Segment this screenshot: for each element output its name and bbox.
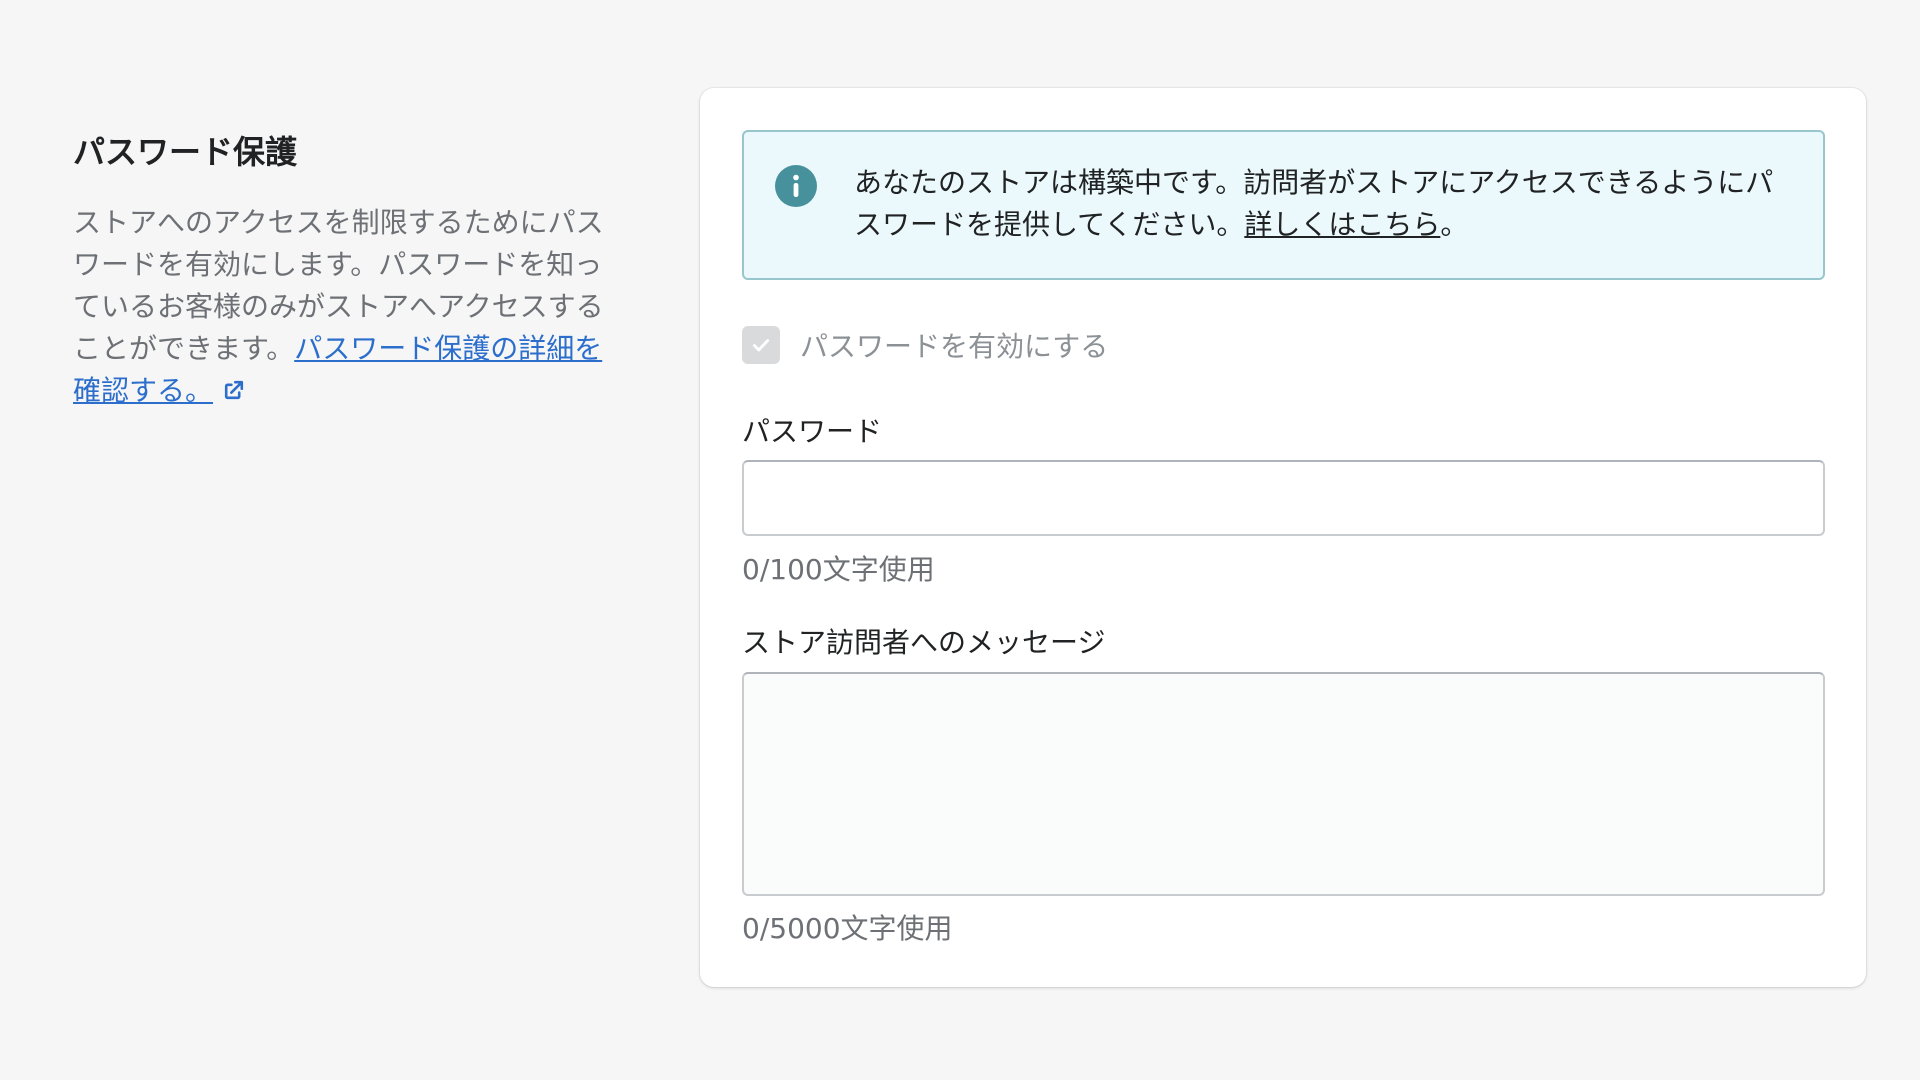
banner-text: あなたのストアは構築中です。訪問者がストアにアクセスできるようにパスワードを提供… (854, 162, 1794, 246)
message-textarea[interactable] (742, 672, 1825, 896)
enable-password-label[interactable]: パスワードを有効にする (800, 325, 1108, 365)
section-title: パスワード保護 (73, 133, 298, 171)
page: パスワード保護 ストアへのアクセスを制限するためにパスワードを有効にします。パス… (0, 0, 1920, 1080)
external-link-icon[interactable] (221, 373, 247, 400)
password-char-counter: 0/100文字使用 (742, 553, 935, 586)
info-icon (775, 165, 817, 207)
message-char-counter: 0/5000文字使用 (742, 912, 953, 945)
banner-suffix: 。 (1440, 208, 1469, 241)
password-settings-card: あなたのストアは構築中です。訪問者がストアにアクセスできるようにパスワードを提供… (700, 88, 1866, 987)
password-label: パスワード (742, 415, 883, 448)
banner-learn-more-link[interactable]: 詳しくはこちら (1244, 208, 1440, 241)
message-label: ストア訪問者へのメッセージ (742, 626, 1106, 659)
checkmark-icon (752, 339, 770, 352)
password-input[interactable] (742, 460, 1825, 536)
section-description: ストアへのアクセスを制限するためにパスワードを有効にします。パスワードを知ってい… (73, 202, 613, 412)
section-intro: パスワード保護 ストアへのアクセスを制限するためにパスワードを有効にします。パス… (73, 130, 613, 412)
enable-password-row[interactable]: パスワードを有効にする (742, 325, 1108, 365)
enable-password-checkbox[interactable] (742, 326, 780, 364)
info-banner: あなたのストアは構築中です。訪問者がストアにアクセスできるようにパスワードを提供… (742, 130, 1825, 280)
